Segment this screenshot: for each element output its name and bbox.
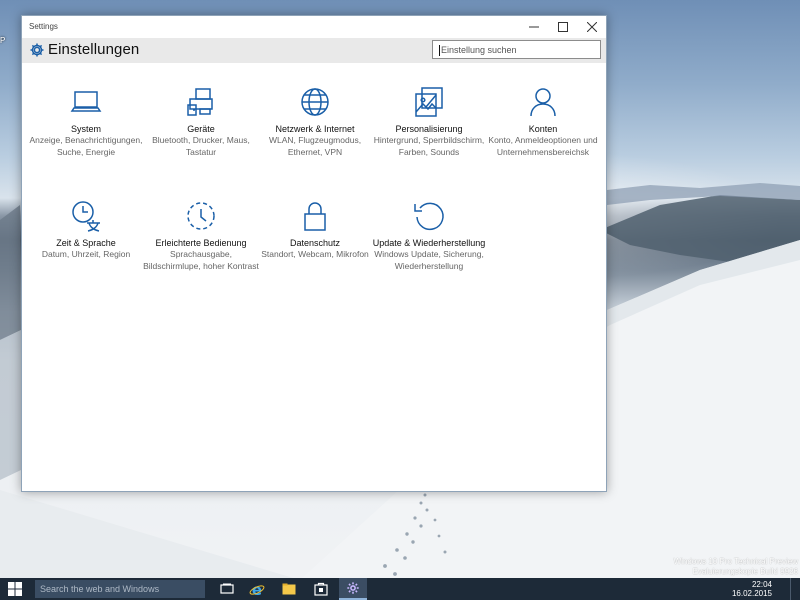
category-label: Zeit & Sprache <box>56 238 116 248</box>
settings-header: Einstellungen Einstellung suchen <box>22 38 606 63</box>
windows-logo-icon <box>8 582 22 596</box>
close-button[interactable] <box>577 16 606 38</box>
laptop-icon <box>70 91 102 112</box>
title-bar[interactable]: Settings <box>22 16 606 38</box>
file-explorer-button[interactable] <box>275 578 303 600</box>
window-title: Settings <box>29 22 58 31</box>
maximize-button[interactable] <box>548 16 577 38</box>
internet-explorer-icon: e <box>249 581 265 597</box>
footprints-trail <box>383 493 447 576</box>
gear-icon <box>30 43 44 57</box>
category-label: Datenschutz <box>289 238 341 248</box>
category-description: Sprachausgabe, Bildschirmlupe, hoher Kon… <box>143 249 259 271</box>
category-label: Konten <box>528 124 558 134</box>
task-view-button[interactable] <box>213 578 241 600</box>
update-icon <box>414 202 444 231</box>
globe-icon <box>301 88 329 116</box>
close-icon <box>586 22 597 32</box>
taskbar: Search the web and Windows e 22:04 16.02… <box>0 578 800 600</box>
settings-window: Settings Einstellungen Einstellung suche… <box>21 15 607 492</box>
category-description: Datum, Uhrzeit, Region <box>41 249 131 259</box>
category-description: Windows Update, Sicherung, Wiederherstel… <box>374 249 484 271</box>
category-label: Personalisierung <box>395 124 463 134</box>
devices-icon <box>187 88 213 116</box>
category-label: Geräte <box>187 124 215 134</box>
category-label: Update & Wiederherstellung <box>372 238 486 248</box>
settings-categories: System Anzeige, Benachrichtigungen, Such… <box>22 63 608 493</box>
category-label: Erleichterte Bedienung <box>155 238 247 248</box>
window-controls <box>519 16 606 38</box>
clock-time: 22:04 <box>751 580 772 589</box>
watermark-line-2: Evaluierungskopie Build 9926 <box>692 567 798 576</box>
category-ease-of-access[interactable]: Erleichterte Bedienung Sprachausgabe, Bi… <box>141 199 261 272</box>
category-description: Anzeige, Benachrichtigungen, Suche, Ener… <box>29 135 143 157</box>
category-description: Bluetooth, Drucker, Maus, Tastatur <box>152 135 250 157</box>
maximize-icon <box>557 22 568 32</box>
category-time-language[interactable]: Zeit & Sprache Datum, Uhrzeit, Region <box>26 199 146 261</box>
settings-taskbar-button[interactable] <box>339 578 367 600</box>
clock-language-icon <box>72 201 100 232</box>
internet-explorer-button[interactable]: e <box>243 578 271 600</box>
category-privacy[interactable]: Datenschutz Standort, Webcam, Mikrofon <box>255 199 375 261</box>
desktop-icon-label[interactable]: P <box>0 36 5 45</box>
file-explorer-icon <box>282 583 296 595</box>
category-accounts[interactable]: Konten Konto, Anmeldeoptionen und Untern… <box>483 85 603 158</box>
clock-date: 16.02.2015 <box>731 589 772 598</box>
ease-of-access-icon <box>187 202 215 230</box>
category-description: Konto, Anmeldeoptionen und Unternehmensb… <box>488 135 598 157</box>
system-clock[interactable]: 22:04 16.02.2015 <box>732 580 772 598</box>
category-label: Netzwerk & Internet <box>275 124 355 134</box>
category-personalization[interactable]: Personalisierung Hintergrund, Sperrbilds… <box>369 85 489 158</box>
taskbar-search-placeholder: Search the web and Windows <box>40 584 160 594</box>
start-button[interactable] <box>0 578 30 600</box>
page-title: Einstellungen <box>48 41 140 58</box>
search-placeholder: Einstellung suchen <box>441 45 517 55</box>
watermark-line-1: Windows 10 Pro Technical Preview <box>673 557 798 566</box>
task-view-icon <box>220 583 234 594</box>
category-update-recovery[interactable]: Update & Wiederherstellung Windows Updat… <box>369 199 489 272</box>
taskbar-search-box[interactable]: Search the web and Windows <box>35 580 205 598</box>
minimize-button[interactable] <box>519 16 548 38</box>
settings-icon <box>347 582 359 594</box>
category-system[interactable]: System Anzeige, Benachrichtigungen, Such… <box>26 85 146 158</box>
store-button[interactable] <box>307 578 335 600</box>
minimize-icon <box>528 26 539 28</box>
category-description: Hintergrund, Sperrbildschirm, Farben, So… <box>373 135 485 157</box>
show-desktop-button[interactable] <box>790 578 800 600</box>
category-label: System <box>70 124 101 134</box>
category-description: WLAN, Flugzeugmodus, Ethernet, VPN <box>268 135 362 157</box>
store-icon <box>314 582 328 596</box>
settings-search-input[interactable]: Einstellung suchen <box>432 40 601 59</box>
paint-icon <box>415 87 443 117</box>
category-network[interactable]: Netzwerk & Internet WLAN, Flugzeugmodus,… <box>255 85 375 158</box>
build-watermark: Windows 10 Pro Technical Preview Evaluie… <box>674 557 798 577</box>
category-description: Standort, Webcam, Mikrofon <box>261 249 369 259</box>
person-icon <box>530 88 556 117</box>
lock-icon <box>304 202 326 231</box>
category-devices[interactable]: Geräte Bluetooth, Drucker, Maus, Tastatu… <box>141 85 261 158</box>
text-caret <box>439 45 440 57</box>
